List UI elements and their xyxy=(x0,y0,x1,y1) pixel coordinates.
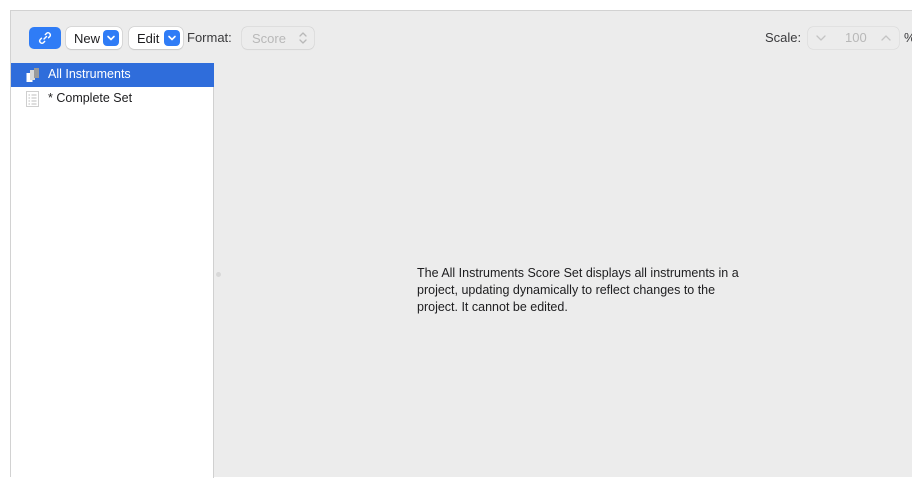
format-value: Score xyxy=(252,30,286,46)
new-button-label: New xyxy=(74,30,101,46)
score-sets-window: New Edit Format: Score Scale: 100 All In… xyxy=(10,10,912,478)
format-select[interactable]: Score xyxy=(242,27,314,49)
edit-button[interactable]: Edit xyxy=(129,27,183,49)
chevron-down-icon[interactable] xyxy=(814,30,828,46)
list-item-complete-set[interactable]: * Complete Set xyxy=(11,87,214,111)
chevron-down-icon xyxy=(164,30,180,46)
score-set-list: All Instruments * Complete Set xyxy=(11,63,214,478)
percent-label: % xyxy=(904,30,912,45)
list-icon xyxy=(26,91,39,107)
chevron-down-icon xyxy=(103,30,119,46)
info-message: The All Instruments Score Set displays a… xyxy=(417,266,739,314)
instruments-icon xyxy=(26,68,39,82)
list-item-all-instruments[interactable]: All Instruments xyxy=(11,63,214,87)
toolbar: New Edit Format: Score Scale: 100 xyxy=(11,11,912,63)
scale-label: Scale: xyxy=(765,30,802,45)
edit-button-label: Edit xyxy=(137,30,160,46)
new-button[interactable]: New xyxy=(66,27,122,49)
list-item-label: All Instruments xyxy=(48,67,131,81)
scale-stepper[interactable]: 100 xyxy=(808,27,899,49)
updown-arrows-icon xyxy=(299,32,307,44)
scale-value[interactable]: 100 xyxy=(845,30,867,45)
link-icon xyxy=(39,32,51,44)
list-item-label: * Complete Set xyxy=(48,91,133,105)
link-button[interactable] xyxy=(29,27,61,49)
format-label: Format: xyxy=(187,30,232,45)
content-pane: The All Instruments Score Set displays a… xyxy=(215,63,912,478)
chevron-up-icon[interactable] xyxy=(879,30,893,46)
